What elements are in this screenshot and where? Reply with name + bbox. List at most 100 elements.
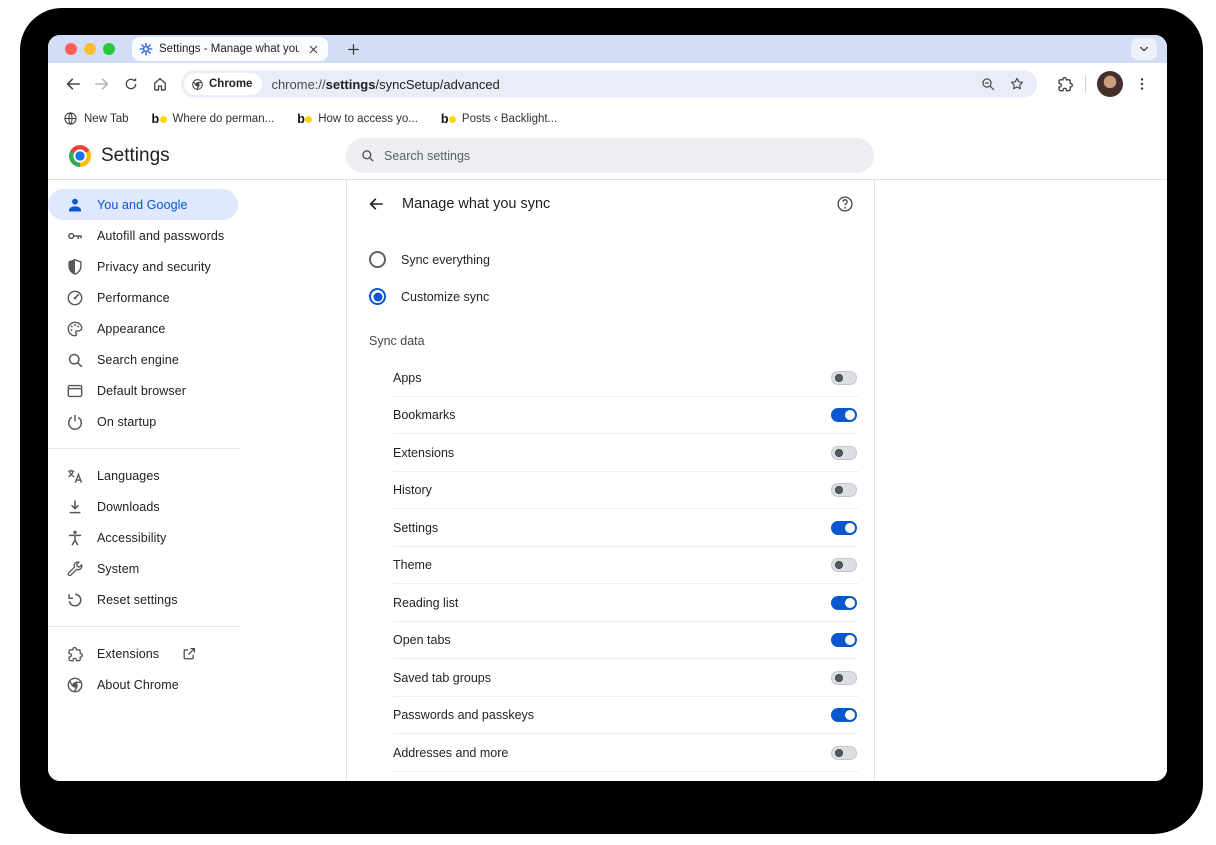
bookmark-star-icon[interactable] [1009,76,1025,92]
minimize-window-button[interactable] [84,43,96,55]
sync-row-history: History [347,472,874,510]
sidebar-item-label: Accessibility [97,531,166,545]
bookmark-new-tab[interactable]: New Tab [63,111,129,126]
toggle-open-tabs[interactable] [831,633,857,647]
extensions-puzzle-icon[interactable] [1056,75,1074,93]
row-label: History [393,483,432,497]
sidebar-item-reset-settings[interactable]: Reset settings [48,584,238,615]
url-scheme: chrome:// [271,77,325,92]
sync-row-theme: Theme [347,547,874,585]
sidebar-item-performance[interactable]: Performance [48,282,238,313]
sidebar-item-privacy[interactable]: Privacy and security [48,251,238,282]
sidebar-item-label: You and Google [97,198,188,212]
toggle-extensions[interactable] [831,446,857,460]
sidebar-item-languages[interactable]: Languages [48,460,238,491]
back-button[interactable] [58,70,87,99]
settings-body: You and Google Autofill and passwords Pr… [48,180,1167,781]
sidebar-item-label: Default browser [97,384,186,398]
sidebar-item-on-startup[interactable]: On startup [48,406,238,437]
settings-main: Manage what you sync Sync everything Cus… [346,180,1167,781]
wrench-icon [66,560,84,578]
page-title: Settings [101,145,170,167]
sidebar-item-label: Reset settings [97,593,178,607]
bookmark-item[interactable]: Where do perman... [152,112,275,126]
sidebar-item-default-browser[interactable]: Default browser [48,375,238,406]
forward-button[interactable] [87,70,116,99]
traffic-lights [48,43,115,55]
sidebar-item-accessibility[interactable]: Accessibility [48,522,238,553]
toggle-knob [835,374,843,382]
address-bar[interactable]: Chrome chrome://settings/syncSetup/advan… [181,70,1037,98]
reload-button[interactable] [116,70,145,99]
sidebar-item-autofill[interactable]: Autofill and passwords [48,220,238,251]
sidebar-item-search-engine[interactable]: Search engine [48,344,238,375]
speedometer-icon [66,289,84,307]
sidebar-item-about-chrome[interactable]: About Chrome [48,669,238,700]
row-label: Addresses and more [393,746,508,760]
row-label: Settings [393,521,438,535]
toggle-addresses[interactable] [831,746,857,760]
help-icon[interactable] [836,195,855,214]
row-label: Open tabs [393,633,451,647]
toggle-history[interactable] [831,483,857,497]
tab-strip: Settings - Manage what you s [48,35,1167,63]
toggle-apps[interactable] [831,371,857,385]
translate-icon [66,467,84,485]
toggle-knob [835,561,843,569]
toolbar-right [1056,71,1157,97]
radio-label: Customize sync [401,290,489,304]
sync-row-apps: Apps [347,359,874,397]
toggle-reading-list[interactable] [831,596,857,610]
maximize-window-button[interactable] [103,43,115,55]
toggle-knob [835,449,843,457]
tab-search-chevron-button[interactable] [1131,38,1157,60]
tab-close-icon[interactable] [305,41,321,57]
bookmark-item[interactable]: How to access yo... [297,112,418,126]
sidebar-item-system[interactable]: System [48,553,238,584]
sync-mode-radios: Sync everything Customize sync [347,241,874,315]
omnibox-actions [980,76,1025,92]
profile-avatar[interactable] [1097,71,1123,97]
sidebar-item-extensions[interactable]: Extensions [48,638,238,669]
key-icon [66,227,84,245]
zoom-out-icon[interactable] [980,76,996,92]
kebab-menu-icon[interactable] [1134,76,1150,92]
back-arrow-button[interactable] [366,194,386,214]
close-window-button[interactable] [65,43,77,55]
sync-row-reading-list: Reading list [347,584,874,622]
toggle-settings[interactable] [831,521,857,535]
bookmark-item[interactable]: Posts ‹ Backlight... [441,112,557,126]
radio-sync-everything[interactable]: Sync everything [347,241,874,278]
sync-settings-card: Manage what you sync Sync everything Cus… [346,180,875,781]
toolbar-separator [1085,76,1086,92]
sidebar-item-label: About Chrome [97,678,179,692]
sidebar-item-appearance[interactable]: Appearance [48,313,238,344]
sidebar-item-label: Search engine [97,353,179,367]
bookmark-label: Where do perman... [173,113,275,125]
sidebar-item-label: Extensions [97,647,159,661]
search-input[interactable] [384,149,860,163]
toggle-bookmarks[interactable] [831,408,857,422]
toggle-theme[interactable] [831,558,857,572]
row-label: Extensions [393,446,454,460]
settings-search[interactable] [346,138,874,173]
sidebar-item-you-and-google[interactable]: You and Google [48,189,238,220]
tab-settings[interactable]: Settings - Manage what you s [132,37,328,61]
toggle-saved-tab-groups[interactable] [831,671,857,685]
radio-button[interactable] [369,288,386,305]
card-header: Manage what you sync [347,189,874,219]
row-label: Theme [393,558,432,572]
toggle-passwords[interactable] [831,708,857,722]
sidebar-divider [48,626,240,627]
home-button[interactable] [145,70,174,99]
new-tab-button[interactable] [341,37,365,61]
chrome-url-chip[interactable]: Chrome [184,73,262,95]
power-icon [66,413,84,431]
browser-window: Settings - Manage what you s Chrome chro… [48,35,1167,781]
person-icon [66,196,84,214]
radio-button[interactable] [369,251,386,268]
radio-customize-sync[interactable]: Customize sync [347,278,874,315]
sidebar-item-downloads[interactable]: Downloads [48,491,238,522]
card-title: Manage what you sync [402,196,550,212]
external-link-icon [181,646,197,662]
